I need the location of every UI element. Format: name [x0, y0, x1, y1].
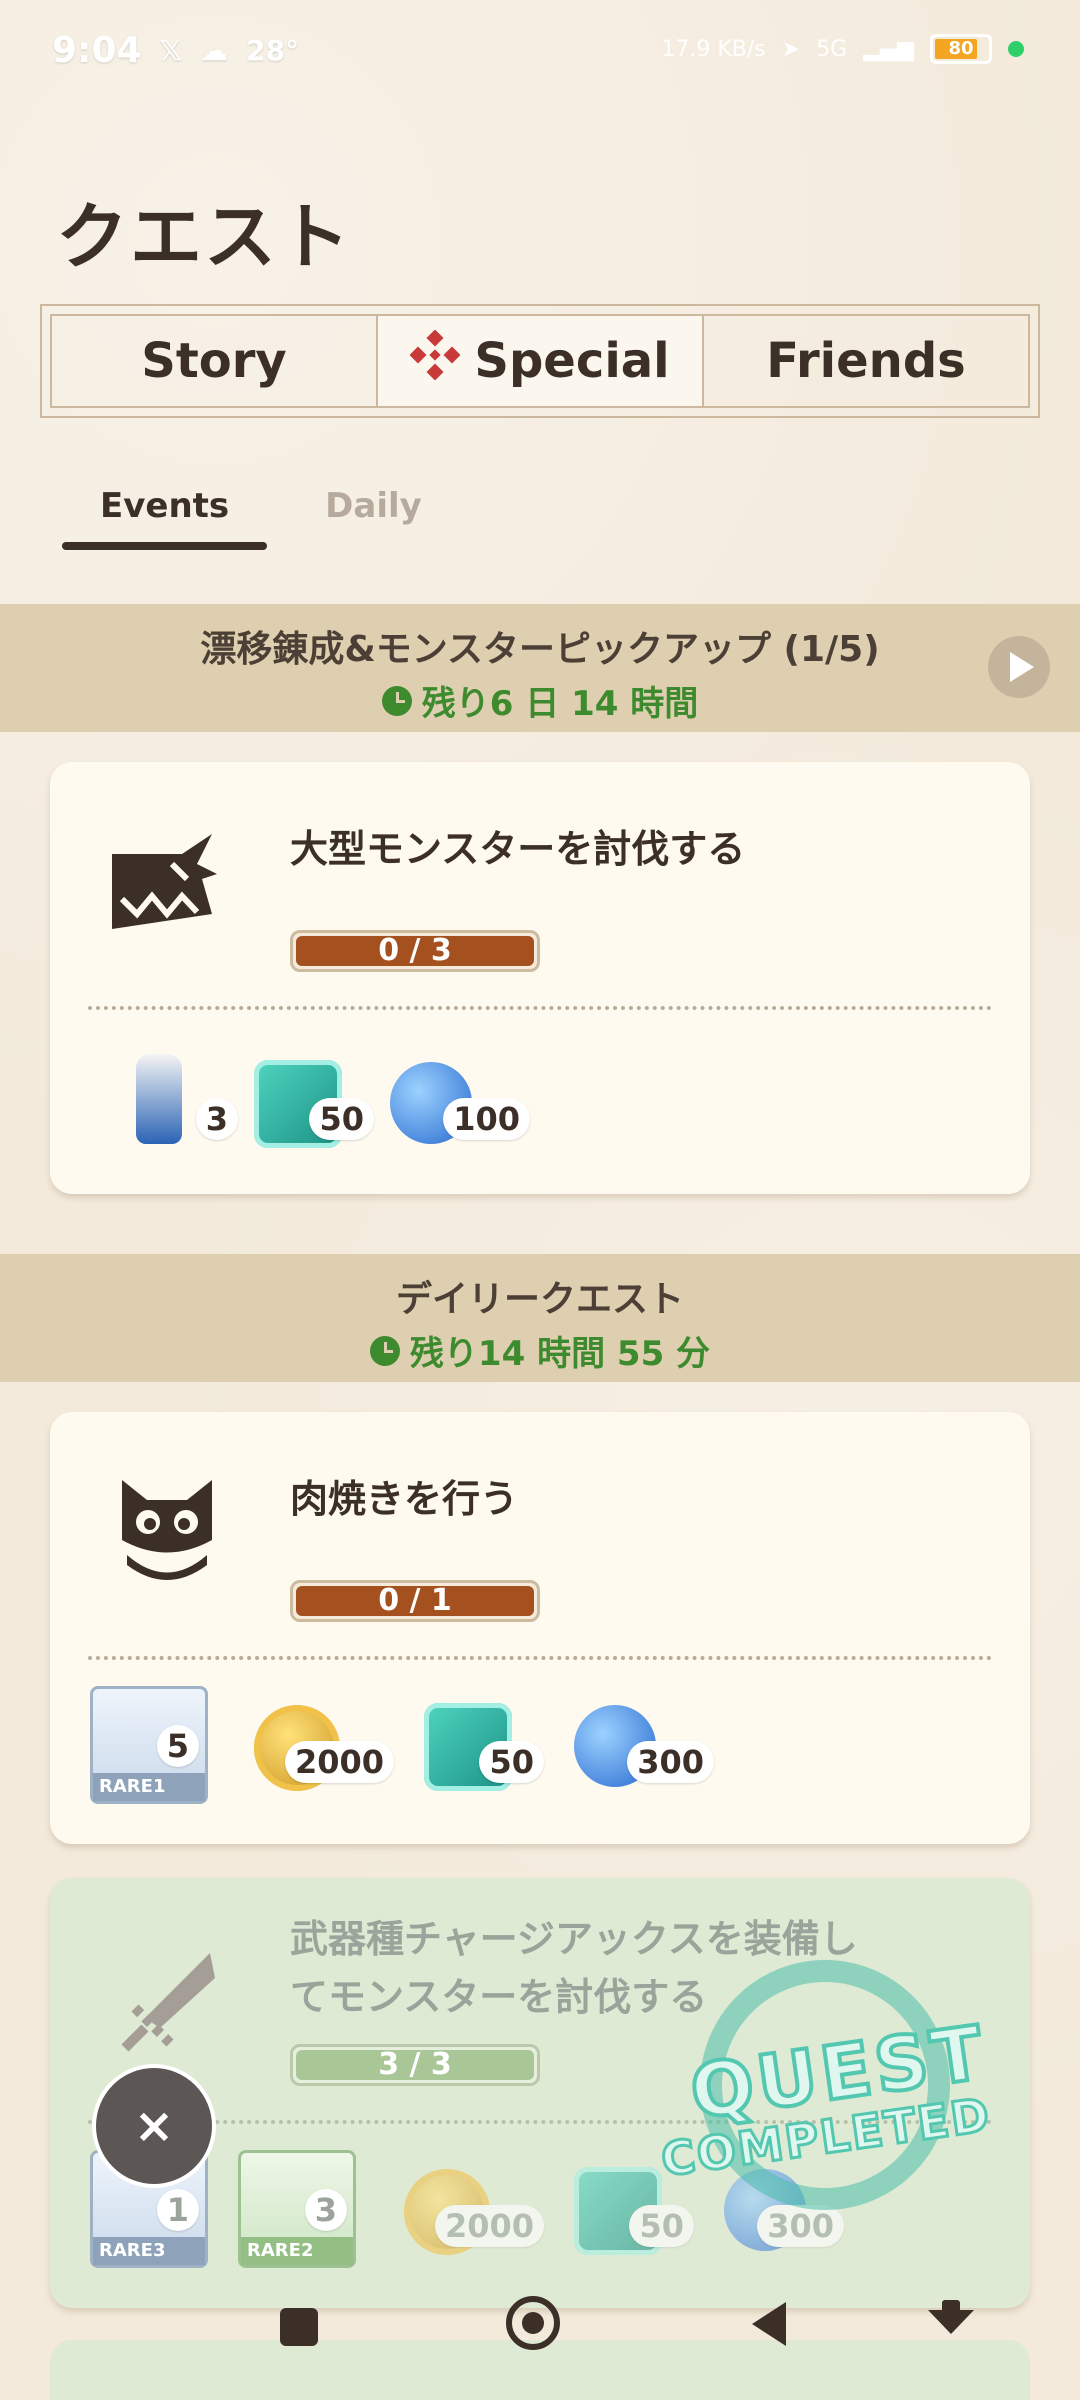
subtab-events[interactable]: Events — [62, 480, 268, 550]
quest-title: 肉焼きを行う — [290, 1477, 519, 1521]
clock-icon — [381, 685, 412, 716]
quest-progress-bar: 3 / 3 — [290, 2044, 540, 2086]
reward-item: 2000 — [254, 1697, 394, 1793]
recents-icon — [280, 2308, 318, 2346]
close-button[interactable]: × — [92, 2064, 216, 2188]
tank-material-icon: 3 RARE2 — [238, 2150, 356, 2268]
back-button[interactable] — [752, 2302, 786, 2346]
monster-icon — [102, 824, 222, 948]
category-tabs: Story Special Friends — [40, 304, 1040, 418]
reward-item: 3 — [128, 1054, 238, 1150]
progress-label: 3 / 3 — [378, 2047, 452, 2082]
section-header-event: 漂移錬成&モンスターピックアップ (1/5) 残り6 日 14 時間 — [0, 604, 1080, 732]
reward-count: 50 — [479, 1741, 544, 1783]
bone-material-icon: 5 RARE1 — [90, 1686, 208, 1804]
section-timer-text: 残り6 日 14 時間 — [421, 684, 699, 724]
quest-progress-bar: 0 / 3 — [290, 930, 540, 972]
tab-special[interactable]: Special — [378, 316, 704, 406]
back-icon — [752, 2302, 786, 2346]
network-label: 5G — [816, 36, 848, 62]
tab-special-label: Special — [474, 333, 670, 389]
tab-friends[interactable]: Friends — [704, 316, 1028, 406]
potion-icon — [136, 1054, 182, 1144]
subtabs: Events Daily — [62, 480, 460, 550]
quest-card[interactable]: 肉焼きを行う 0 / 1 5 RARE1 2000 50 300 — [50, 1412, 1030, 1844]
recents-button[interactable] — [280, 2308, 318, 2346]
palico-icon — [112, 1470, 222, 1594]
tab-story[interactable]: Story — [52, 316, 378, 406]
section-timer: 残り6 日 14 時間 — [0, 676, 1080, 725]
reward-count: 100 — [443, 1098, 530, 1140]
reward-count: 300 — [627, 1741, 714, 1783]
reward-count: 1 — [156, 2189, 199, 2231]
special-emblem-icon — [409, 329, 461, 392]
status-time: 9:04 — [52, 30, 142, 71]
close-icon: × — [133, 2098, 175, 2154]
quest-progress-bar: 0 / 1 — [290, 1580, 540, 1622]
quest-title: 大型モンスターを討伐する — [290, 827, 746, 871]
reward-list: 5 RARE1 2000 50 300 — [90, 1686, 714, 1804]
page-title: クエスト — [56, 195, 353, 279]
battery-level: 80 — [948, 38, 974, 59]
reward-count: 5 — [156, 1725, 199, 1767]
reward-item: 50 — [424, 1697, 544, 1793]
reward-divider — [88, 1656, 992, 1660]
reward-item: 100 — [390, 1054, 530, 1150]
clock-icon — [369, 1335, 400, 1366]
reward-count: 2000 — [434, 2205, 544, 2247]
chevron-down-icon — [928, 2300, 974, 2346]
reward-count: 3 — [304, 2189, 347, 2231]
privacy-dot-icon — [1008, 41, 1024, 57]
reward-count: 2000 — [284, 1741, 394, 1783]
section-timer-text: 残り14 時間 55 分 — [409, 1334, 711, 1374]
subtab-events-label: Events — [100, 486, 230, 526]
tab-friends-label: Friends — [766, 333, 966, 389]
subtab-daily[interactable]: Daily — [325, 480, 460, 526]
reward-list: 3 50 100 — [128, 1054, 530, 1150]
hide-nav-button[interactable] — [928, 2300, 974, 2346]
status-bar: 9:04 𝕏 ☁ 28° 17.9 KB/s ➤ 5G ▂▄▆ 80 — [0, 0, 1080, 110]
home-icon — [506, 2296, 560, 2350]
reward-item: 2000 — [404, 2161, 544, 2257]
next-play-button[interactable] — [988, 636, 1050, 698]
net-speed: 17.9 KB/s — [661, 36, 766, 62]
subtab-daily-label: Daily — [325, 486, 422, 526]
section-timer: 残り14 時間 55 分 — [0, 1326, 1080, 1375]
section-title: デイリークエスト — [395, 1279, 684, 1320]
tab-story-label: Story — [141, 333, 287, 389]
weather-icon: ☁ — [200, 34, 229, 67]
reward-count: 50 — [309, 1098, 374, 1140]
sword-icon — [120, 1948, 220, 2062]
home-button[interactable] — [506, 2296, 560, 2350]
x-app-icon: 𝕏 — [159, 34, 183, 67]
quest-completed-stamp: QUEST COMPLETED — [656, 1960, 996, 2210]
rarity-label: RARE1 — [93, 1773, 205, 1801]
location-icon: ➤ — [781, 36, 801, 62]
section-title: 漂移錬成&モンスターピックアップ (1/5) — [200, 629, 880, 670]
reward-item: 300 — [574, 1697, 714, 1793]
section-header-daily: デイリークエスト 残り14 時間 55 分 — [0, 1254, 1080, 1382]
reward-count: 300 — [757, 2205, 844, 2247]
active-tab-underline — [62, 542, 268, 550]
status-temperature: 28° — [246, 34, 300, 67]
progress-label: 0 / 3 — [378, 933, 452, 968]
reward-divider — [88, 1006, 992, 1010]
reward-item: 5 RARE1 — [90, 1686, 208, 1804]
battery-icon: 80 — [930, 34, 992, 64]
reward-item: 3 RARE2 — [238, 2150, 356, 2268]
progress-label: 0 / 1 — [378, 1583, 452, 1618]
signal-icon: ▂▄▆ — [863, 36, 914, 62]
reward-count: 50 — [629, 2205, 694, 2247]
quest-card[interactable]: 大型モンスターを討伐する 0 / 3 3 50 100 — [50, 762, 1030, 1194]
reward-count: 3 — [195, 1098, 238, 1140]
system-nav-bar — [0, 2260, 1080, 2400]
reward-item: 50 — [254, 1054, 374, 1150]
